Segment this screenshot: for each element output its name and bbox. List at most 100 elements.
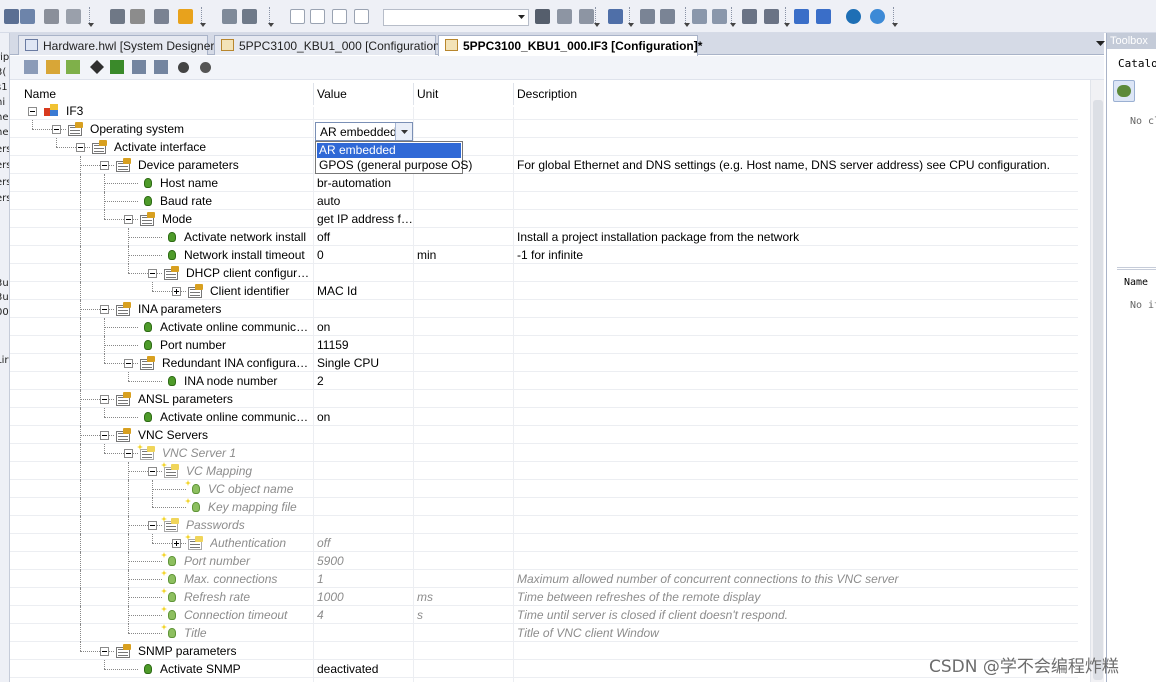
toolbar-overflow-icon[interactable] — [684, 7, 690, 27]
option-ar-embedded[interactable]: AR embedded — [317, 143, 461, 158]
table-row[interactable]: Port number 5900 — [10, 552, 1078, 570]
dropdown-button[interactable] — [395, 123, 412, 140]
table-row[interactable]: Host name br-automation — [10, 174, 1078, 192]
table-row[interactable]: Passwords — [10, 516, 1078, 534]
table-row[interactable]: Activate network install off Install a pro… — [10, 228, 1078, 246]
table-row[interactable]: Device parameters For global Ethernet and… — [10, 156, 1078, 174]
paste-icon[interactable] — [66, 9, 81, 24]
parameter-value[interactable]: off — [317, 230, 413, 244]
table-row[interactable]: Title Title of VNC client Window — [10, 624, 1078, 642]
expand-icon[interactable] — [172, 287, 181, 296]
diamond-pair-icon[interactable] — [110, 60, 124, 74]
sort-up-icon[interactable] — [660, 9, 675, 24]
operating-system-combo[interactable]: AR embedded — [315, 122, 413, 141]
parameter-value[interactable]: 1000 — [317, 590, 413, 604]
table-row[interactable]: VNC Servers — [10, 426, 1078, 444]
toolbar-overflow-icon[interactable] — [594, 7, 600, 27]
collapse-icon[interactable] — [28, 107, 37, 116]
collapse-icon[interactable] — [100, 647, 109, 656]
toolbox-title[interactable]: Toolbox — [1107, 33, 1156, 49]
search-icon[interactable] — [110, 9, 125, 24]
parameter-value[interactable]: on — [317, 410, 413, 424]
toolbar-overflow-icon[interactable] — [730, 7, 736, 27]
window-icon[interactable] — [290, 9, 305, 24]
toolbar-overflow-icon[interactable] — [88, 7, 94, 27]
tab-list-dropdown-icon[interactable] — [1096, 41, 1105, 46]
sort-down-icon[interactable] — [640, 9, 655, 24]
parameter-value[interactable]: br-automation — [317, 176, 413, 190]
settings-icon[interactable] — [200, 62, 211, 73]
parameter-value[interactable]: 11159 — [317, 338, 413, 352]
toolbar-overflow-icon[interactable] — [784, 7, 790, 27]
parameter-value[interactable]: get IP address fro... — [317, 212, 413, 226]
toolbox-splitter[interactable] — [1117, 267, 1156, 270]
table-row[interactable]: Network install timeout 0 min -1 for infini… — [10, 246, 1078, 264]
parameter-value[interactable]: on — [317, 320, 413, 334]
table-row[interactable]: Mode get IP address fro... — [10, 210, 1078, 228]
grid-icon[interactable] — [20, 9, 35, 24]
parameter-value[interactable]: 1 — [317, 572, 413, 586]
table-row[interactable]: Max. connections 1 Maximum allowed number … — [10, 570, 1078, 588]
toolbar-overflow-icon[interactable] — [200, 7, 206, 27]
list-icon[interactable] — [742, 9, 757, 24]
table-row[interactable]: VC object name — [10, 480, 1078, 498]
table-row[interactable]: Redundant INA configuration Single CPU — [10, 354, 1078, 372]
binoculars-icon[interactable] — [535, 9, 550, 24]
window-bubble-icon[interactable] — [332, 9, 347, 24]
properties-icon[interactable] — [24, 60, 38, 74]
save-icon[interactable] — [608, 9, 623, 24]
table-row[interactable]: Client identifier MAC Id — [10, 282, 1078, 300]
parameter-value[interactable]: 0 — [317, 248, 413, 262]
parameter-value[interactable]: 2 — [317, 374, 413, 388]
table-row[interactable]: Operating system — [10, 120, 1078, 138]
column-header-name[interactable]: Name — [24, 87, 56, 101]
table-row[interactable]: Refresh rate 1000 ms Time between refreshes… — [10, 588, 1078, 606]
stop-icon[interactable] — [178, 9, 193, 24]
window-compare-icon[interactable] — [354, 9, 369, 24]
table-row[interactable]: INA node number 2 — [10, 372, 1078, 390]
toolbar-overflow-icon[interactable] — [268, 7, 274, 27]
column-header-unit[interactable]: Unit — [417, 87, 438, 101]
parameter-value[interactable]: MAC Id — [317, 284, 413, 298]
option-gpos[interactable]: GPOS (general purpose OS) — [317, 158, 472, 173]
minus-icon[interactable] — [816, 9, 831, 24]
parameter-value[interactable]: auto — [317, 194, 413, 208]
table-row[interactable]: Baud rate auto — [10, 192, 1078, 210]
catalog-button[interactable] — [1113, 80, 1135, 102]
collapse-icon[interactable] — [148, 521, 157, 530]
table-row[interactable]: Key mapping file — [10, 498, 1078, 516]
collapse-icon[interactable] — [100, 395, 109, 404]
column-header-description[interactable]: Description — [517, 87, 577, 101]
bulb-icon[interactable] — [66, 60, 80, 74]
power-icon[interactable] — [154, 9, 169, 24]
diamond-icon[interactable] — [90, 60, 104, 74]
collapse-icon[interactable] — [100, 305, 109, 314]
table-row[interactable]: Activate online communicati... on — [10, 318, 1078, 336]
sort-up-icon[interactable] — [154, 60, 168, 74]
binoculars-back-icon[interactable] — [557, 9, 572, 24]
help-icon[interactable] — [870, 9, 885, 24]
parameter-value[interactable]: 5900 — [317, 554, 413, 568]
chevron-down-icon[interactable] — [518, 15, 525, 19]
refresh-icon[interactable] — [130, 9, 145, 24]
table-row[interactable]: Authentication off — [10, 534, 1078, 552]
table-row[interactable]: Port number 11159 — [10, 336, 1078, 354]
expand-icon[interactable] — [172, 539, 181, 548]
record-icon[interactable] — [178, 62, 189, 73]
collapse-icon[interactable] — [100, 431, 109, 440]
table-row[interactable]: VC Mapping — [10, 462, 1078, 480]
table-row[interactable]: VNC Server 1 — [10, 444, 1078, 462]
collapse-icon[interactable] — [124, 359, 133, 368]
collapse-icon[interactable] — [100, 161, 109, 170]
tab-cpu-configuration[interactable]: 5PPC3100_KBU1_000 [Configuration] — [214, 35, 443, 55]
toolbar-combo[interactable] — [383, 9, 529, 26]
parameter-value[interactable]: 4 — [317, 608, 413, 622]
parameter-value[interactable]: off — [317, 536, 413, 550]
binoculars-forward-icon[interactable] — [579, 9, 594, 24]
grid-edit-icon[interactable] — [46, 60, 60, 74]
table-row[interactable]: INA parameters — [10, 300, 1078, 318]
table-row[interactable]: Activate online communicati... on — [10, 408, 1078, 426]
table-row[interactable]: SNMP parameters — [10, 642, 1078, 660]
collapse-icon[interactable] — [148, 467, 157, 476]
toolbar-overflow-icon[interactable] — [628, 7, 634, 27]
